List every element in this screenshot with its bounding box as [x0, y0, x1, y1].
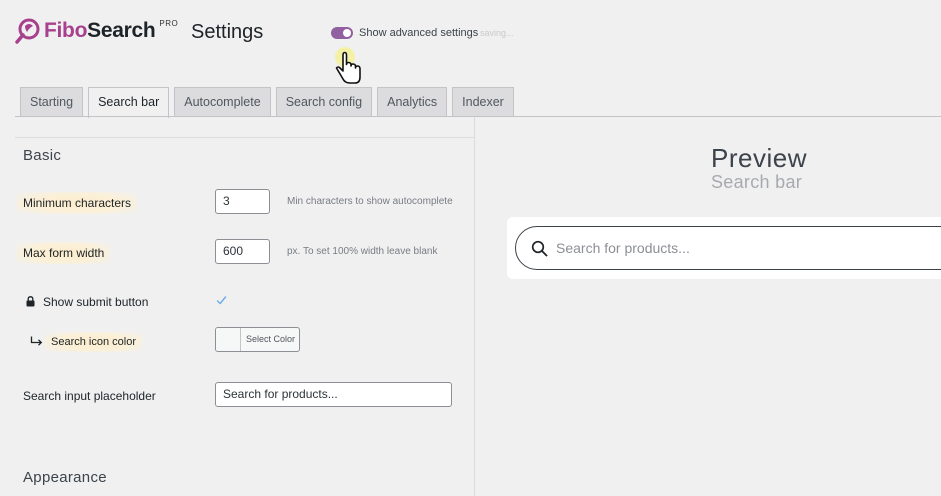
section-title-basic: Basic — [23, 147, 62, 164]
placeholder-label: Search input placeholder — [23, 389, 156, 403]
fibosearch-logo: FiboSearch PRO — [15, 16, 178, 46]
logo-text-search: Search — [87, 19, 156, 42]
section-divider — [15, 137, 474, 138]
tab-search-bar[interactable]: Search bar — [88, 87, 170, 118]
max-width-label: Max form width — [17, 242, 111, 264]
tab-autocomplete[interactable]: Autocomplete — [174, 87, 271, 117]
hand-pointer-cursor-icon — [335, 47, 361, 84]
advanced-settings-toggle[interactable] — [331, 27, 353, 39]
min-chars-input[interactable]: 3 — [215, 189, 270, 214]
search-icon — [531, 240, 548, 257]
saving-status: saving... — [480, 28, 514, 38]
placeholder-input[interactable]: Search for products... — [215, 382, 452, 407]
tab-starting[interactable]: Starting — [20, 87, 84, 117]
max-width-hint: px. To set 100% width leave blank — [287, 246, 438, 257]
logo-pro-badge: PRO — [159, 18, 179, 28]
logo-text: FiboSearch — [44, 19, 156, 43]
icon-color-label: Search icon color — [45, 332, 142, 352]
lock-icon — [26, 296, 35, 307]
tab-analytics[interactable]: Analytics — [377, 87, 448, 117]
min-chars-label: Minimum characters — [17, 192, 138, 214]
max-width-input[interactable]: 600 — [215, 239, 270, 264]
min-chars-hint: Min characters to show autocomplete — [287, 196, 453, 207]
color-swatch[interactable] — [216, 328, 241, 351]
tabs-divider — [15, 116, 941, 117]
logo-text-fibo: Fibo — [44, 19, 88, 42]
advanced-settings-label[interactable]: Show advanced settings — [359, 27, 478, 39]
preview-subtitle: Search bar — [711, 172, 803, 192]
select-color-button[interactable]: Select Color — [215, 327, 300, 352]
submit-button-label: Show submit button — [43, 295, 149, 309]
preview-title: Preview — [711, 143, 807, 173]
subdirectory-arrow-icon — [30, 336, 43, 346]
tab-indexer[interactable]: Indexer — [452, 87, 514, 117]
fibosearch-logo-icon — [15, 18, 40, 44]
settings-tabs: Starting Search bar Autocomplete Search … — [20, 87, 514, 118]
panel-divider — [474, 117, 475, 496]
check-icon[interactable] — [216, 295, 227, 306]
page-title: Settings — [191, 21, 264, 43]
section-title-appearance: Appearance — [23, 469, 107, 486]
select-color-label[interactable]: Select Color — [241, 328, 295, 351]
tab-search-config[interactable]: Search config — [275, 87, 373, 117]
preview-search-placeholder: Search for products... — [556, 240, 690, 256]
